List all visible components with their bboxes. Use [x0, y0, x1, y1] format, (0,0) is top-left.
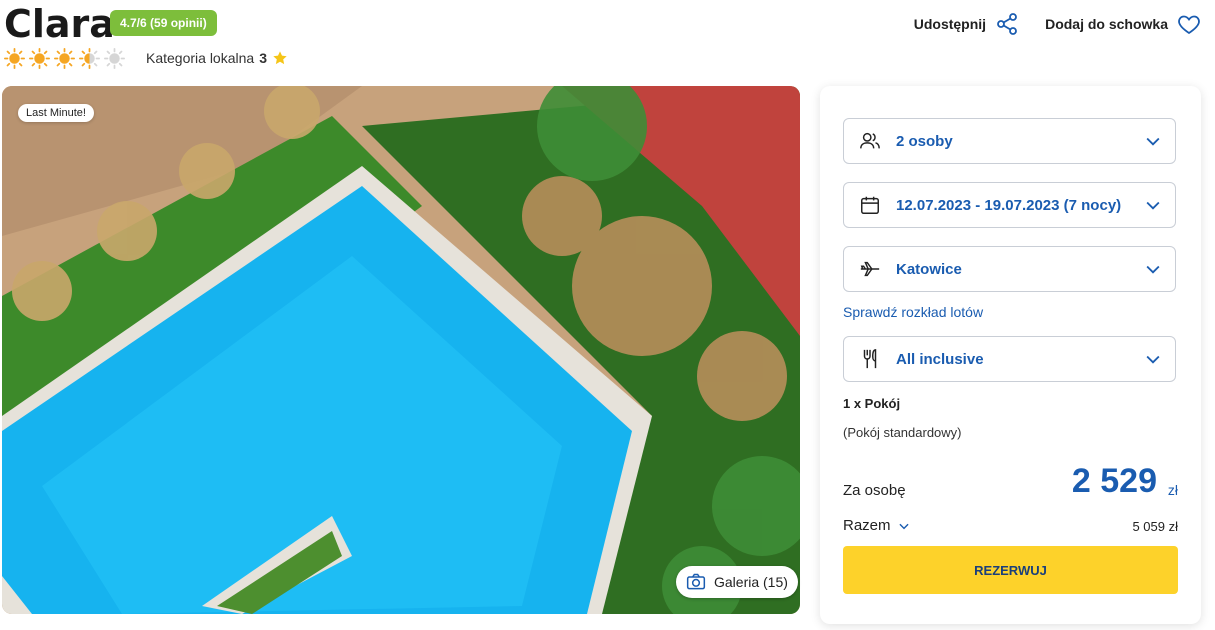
departure-value: Katowice: [896, 260, 962, 278]
book-button[interactable]: REZERWUJ: [843, 546, 1178, 594]
board-value: All inclusive: [896, 350, 984, 368]
half-sun-icon: [79, 48, 100, 69]
hotel-name: Clara: [4, 2, 115, 46]
chevron-down-icon: [1146, 137, 1160, 146]
sun-icon: [29, 48, 50, 69]
category-prefix: Kategoria lokalna: [146, 50, 255, 66]
room-count: 1 x Pokój: [843, 396, 901, 411]
sun-rating: [4, 48, 125, 69]
gallery-button[interactable]: Galeria (15): [676, 566, 798, 598]
flight-schedule-link[interactable]: Sprawdź rozkład lotów: [843, 304, 983, 320]
rating-badge[interactable]: 4.7/6 (59 opinii): [110, 10, 217, 36]
per-person-price: 2 529: [1071, 462, 1157, 500]
total-label: Razem: [843, 517, 891, 534]
cutlery-icon: [863, 349, 877, 369]
category-value: 3: [259, 50, 267, 66]
persons-value: 2 osoby: [896, 132, 953, 150]
save-to-favorites-button[interactable]: Dodaj do schowka: [1045, 12, 1201, 36]
departure-select[interactable]: Katowice: [843, 246, 1176, 292]
calendar-icon: [861, 196, 879, 214]
chevron-down-icon: [898, 523, 909, 529]
sun-icon: [4, 48, 25, 69]
booking-panel: 2 osoby 12.07.2023 - 19.07.2023 (7 nocy)…: [820, 86, 1201, 624]
empty-sun-icon: [104, 48, 125, 69]
gallery-label: Galeria (15): [714, 574, 788, 590]
last-minute-badge: Last Minute!: [18, 104, 94, 122]
chevron-down-icon: [1146, 355, 1160, 364]
dates-select[interactable]: 12.07.2023 - 19.07.2023 (7 nocy): [843, 182, 1176, 228]
total-toggle[interactable]: Razem: [843, 517, 911, 534]
price-currency: zł: [1167, 482, 1178, 498]
share-label: Udostępnij: [913, 16, 987, 32]
local-category: Kategoria lokalna 3: [146, 50, 288, 66]
pool-aerial-image: [2, 86, 800, 614]
share-button[interactable]: Udostępnij: [914, 12, 1019, 36]
chevron-down-icon: [1146, 265, 1160, 274]
share-icon: [997, 13, 1017, 35]
plane-icon: [860, 261, 880, 277]
star-icon: [273, 51, 287, 65]
board-select[interactable]: All inclusive: [843, 336, 1176, 382]
users-icon: [860, 132, 880, 149]
camera-icon: [686, 573, 706, 590]
save-label: Dodaj do schowka: [1045, 16, 1168, 32]
chevron-down-icon: [1146, 201, 1160, 210]
dates-value: 12.07.2023 - 19.07.2023 (7 nocy): [896, 196, 1122, 214]
persons-select[interactable]: 2 osoby: [843, 118, 1176, 164]
heart-icon: [1178, 15, 1200, 35]
per-person-label: Za osobę: [843, 482, 906, 499]
top-actions: Udostępnij Dodaj do schowka: [914, 12, 1201, 36]
sun-icon: [54, 48, 75, 69]
total-price: 5 059 zł: [1132, 519, 1178, 534]
room-type: (Pokój standardowy): [843, 425, 962, 440]
hotel-photo[interactable]: [2, 86, 800, 614]
